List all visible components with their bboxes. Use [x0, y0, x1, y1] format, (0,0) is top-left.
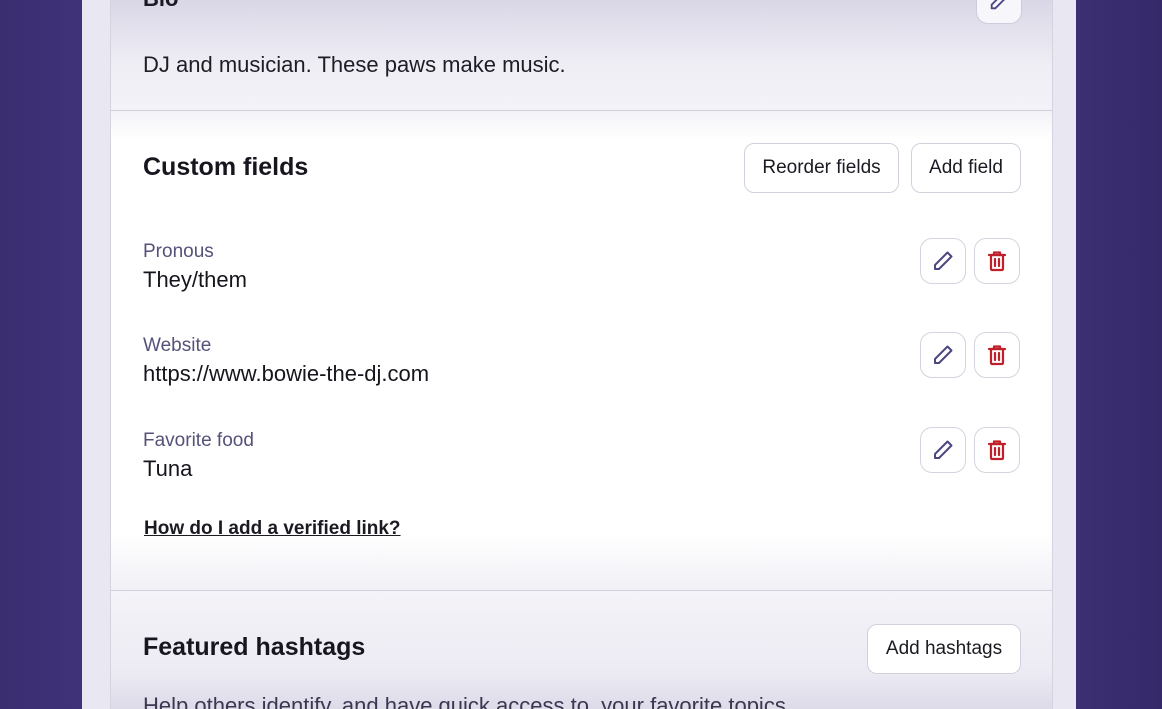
edit-field-button[interactable] — [920, 238, 966, 284]
add-hashtags-button[interactable]: Add hashtags — [867, 624, 1021, 674]
edit-field-button[interactable] — [920, 332, 966, 378]
settings-panel: Bio DJ and musician. These paws make mus… — [82, 0, 1076, 709]
pencil-icon — [990, 0, 1005, 10]
field-value: They/them — [143, 267, 247, 292]
backdrop-left — [0, 0, 82, 709]
pencil-icon — [934, 345, 953, 364]
field-label: Favorite food — [143, 430, 254, 451]
pencil-icon — [934, 251, 953, 270]
verified-link-help[interactable]: How do I add a verified link? — [144, 518, 401, 540]
custom-fields-title: Custom fields — [143, 153, 309, 181]
pencil-icon — [934, 440, 953, 459]
reorder-fields-button[interactable]: Reorder fields — [744, 143, 899, 193]
field-value: Tuna — [143, 456, 193, 481]
backdrop-right — [1076, 0, 1162, 709]
field-label: Website — [143, 335, 212, 356]
trash-icon — [987, 345, 1007, 366]
bio-title: Bio — [143, 0, 178, 12]
field-label: Pronous — [143, 241, 214, 262]
delete-field-button[interactable] — [974, 238, 1020, 284]
delete-field-button[interactable] — [974, 332, 1020, 378]
bio-text: DJ and musician. These paws make music. — [143, 52, 566, 77]
edit-field-button[interactable] — [920, 427, 966, 473]
field-value: https://www.bowie-the-dj.com — [143, 361, 430, 386]
custom-fields-section: Custom fields Reorder fields Add field P… — [110, 111, 1053, 591]
featured-hashtags-description: Help others identify, and have quick acc… — [143, 693, 792, 709]
trash-icon — [987, 440, 1007, 461]
bio-section: Bio DJ and musician. These paws make mus… — [110, 0, 1053, 111]
featured-hashtags-title: Featured hashtags — [143, 633, 366, 661]
bio-edit-button[interactable] — [976, 0, 1022, 24]
add-field-button[interactable]: Add field — [911, 143, 1021, 193]
delete-field-button[interactable] — [974, 427, 1020, 473]
trash-icon — [987, 251, 1007, 272]
featured-hashtags-section: Featured hashtags Add hashtags Help othe… — [110, 591, 1053, 709]
